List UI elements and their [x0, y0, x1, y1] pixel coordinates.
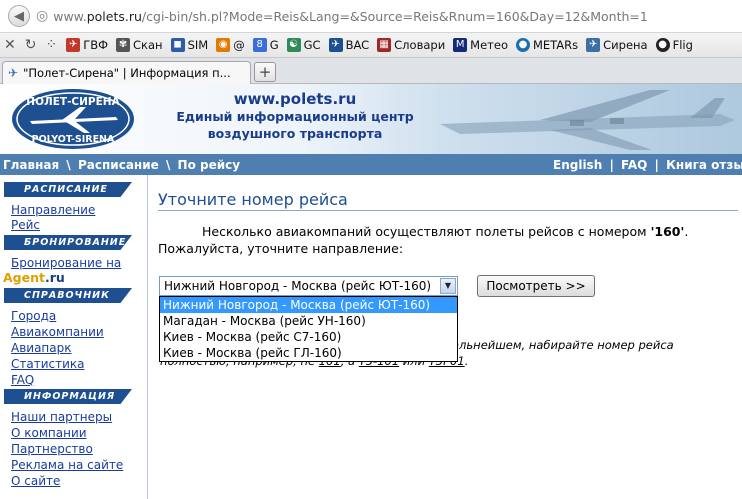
tab-title: "Полет-Сирена" | Информация п... [23, 66, 231, 80]
sidebar-link-direction[interactable]: Направление [11, 203, 95, 218]
bookmark-sirena[interactable]: ✈ Сирена [586, 38, 648, 52]
breadcrumb-home[interactable]: Главная [3, 158, 59, 172]
dropdown-option[interactable]: Нижний Новгород - Москва (рейс ЮТ-160) [160, 297, 457, 313]
select-value: Нижний Новгород - Москва (рейс ЮТ-160) [164, 279, 432, 293]
sim-icon: ◼ [170, 38, 185, 52]
page-title: Уточните номер рейса [158, 190, 348, 209]
url-scheme: www. [53, 8, 87, 24]
hint-line-1: альнейшем, набирайте номер рейса [452, 338, 674, 352]
meteo-icon: M [453, 38, 468, 52]
sidebar-link-about-site[interactable]: О сайте [11, 474, 60, 489]
plane-icon: ✈ [8, 66, 19, 80]
logo-text-ru: ПОЛЕТ-СИРЕНА [26, 96, 120, 108]
section-head-info: ИНФОРМАЦИЯ [4, 389, 132, 404]
header-text: www.polets.ru Единый информационный цент… [165, 90, 425, 142]
dropdown-option[interactable]: Киев - Москва (рейс С7-160) [160, 329, 457, 345]
plane-icon: ✈ [328, 38, 343, 52]
header-line-2: воздушного транспорта [207, 126, 383, 141]
mail-icon: ◉ [216, 38, 231, 52]
agent-ru-logo[interactable]: Agent.ru [3, 271, 65, 285]
dropdown-option[interactable]: Киев - Москва (рейс ГЛ-160) [160, 345, 457, 361]
sidebar-link-about[interactable]: О компании [11, 426, 87, 441]
bookmark-meteo[interactable]: M Метео [453, 38, 508, 52]
plane-icon: ✈ [586, 38, 601, 52]
url-path: /cgi-bin/sh.pl?Mode=Reis&Lang=&Source=Re… [141, 8, 648, 24]
google-icon: 8 [252, 38, 267, 52]
top-links: English | FAQ | Книга отзывов [553, 158, 742, 172]
tab-polet-sirena[interactable]: ✈ "Полет-Сирена" | Информация п... [2, 61, 251, 84]
close-icon[interactable]: ✕ [4, 37, 16, 53]
polyot-sirena-logo[interactable]: ПОЛЕТ-СИРЕНА POLYOT-SIRENA [10, 87, 136, 151]
airplane-illustration [440, 90, 735, 150]
breadcrumb-bar: Главная \ Расписание \ По рейсу English … [0, 154, 742, 175]
scan-icon: ✾ [116, 38, 131, 52]
globe-icon: ◎ [36, 8, 49, 24]
section-head-booking: БРОНИРОВАНИЕ [4, 235, 132, 250]
globe-icon: ● [655, 38, 670, 52]
sidebar-link-stats[interactable]: Статистика [11, 357, 85, 372]
sidebar-link-flight[interactable]: Рейс [11, 218, 40, 233]
link-faq[interactable]: FAQ [621, 158, 647, 172]
breadcrumb-schedule[interactable]: Расписание [78, 158, 159, 172]
bookmark-metars[interactable]: ● METARs [515, 38, 578, 52]
flight-number: '160' [650, 224, 685, 239]
message-line-2: Пожалуйста, уточните направление: [158, 241, 404, 256]
gvf-icon: ✈ [66, 38, 81, 52]
sidebar-link-partners[interactable]: Наши партнеры [11, 410, 112, 425]
bookmarks-bar: ✕ ↻ ⁘ ✈ ГВФ ✾ Скан ◼ SIM ◉ @ 8G ☯ GC ✈ BAC ▦ Сл… [0, 33, 742, 58]
sidebar-link-faq[interactable]: FAQ [11, 373, 34, 388]
bookmark-scan[interactable]: ✾ Скан [116, 38, 163, 52]
header-line-1: Единый информационный центр [176, 109, 414, 124]
url-host: polets.ru [86, 8, 142, 24]
sidebar-link-ads[interactable]: Реклама на сайте [11, 458, 123, 473]
chevron-down-icon[interactable]: ▼ [440, 278, 456, 294]
sidebar-link-partnership[interactable]: Партнерство [11, 442, 93, 457]
gc-icon: ☯ [286, 38, 301, 52]
title-divider [158, 210, 738, 211]
sidebar-link-fleet[interactable]: Авиапарк [11, 341, 72, 356]
section-head-schedule: РАСПИСАНИЕ [4, 182, 132, 197]
message-line-1: Несколько авиакомпаний осуществляют поле… [202, 224, 689, 239]
new-tab-button[interactable]: + [254, 62, 276, 82]
loading-icon: ⁘ [45, 37, 58, 53]
link-english[interactable]: English [553, 158, 602, 172]
bookmark-dict[interactable]: ▦ Словари [377, 38, 445, 52]
noaa-icon: ● [515, 38, 530, 52]
reload-icon[interactable]: ↻ [25, 37, 37, 53]
bookmark-flig[interactable]: ● Flig [655, 38, 693, 52]
url-text[interactable]: www.polets.ru/cgi-bin/sh.pl?Mode=Reis&La… [53, 9, 648, 24]
site-header: ПОЛЕТ-СИРЕНА POLYOT-SIRENA www.polets.ru… [0, 84, 742, 154]
view-button[interactable]: Посмотреть >> [477, 275, 595, 297]
logo-text-en: POLYOT-SIRENA [32, 134, 115, 145]
book-icon: ▦ [377, 38, 392, 52]
sidebar-divider [147, 175, 148, 499]
tab-bar: ✈ "Полет-Сирена" | Информация п... + [0, 58, 742, 84]
direction-dropdown-list: Нижний Новгород - Москва (рейс ЮТ-160) М… [159, 296, 458, 362]
breadcrumb: Главная \ Расписание \ По рейсу [3, 157, 241, 172]
bookmark-google[interactable]: 8G [252, 38, 279, 52]
bookmark-bac[interactable]: ✈ BAC [328, 38, 369, 52]
site-url: www.polets.ru [233, 90, 357, 108]
bookmark-gc[interactable]: ☯ GC [286, 38, 321, 52]
back-arrow-icon[interactable]: ◀ [8, 5, 30, 27]
sidebar-link-booking[interactable]: Бронирование на [11, 256, 121, 271]
sidebar-link-cities[interactable]: Города [11, 309, 56, 324]
bookmark-at[interactable]: ◉ @ [216, 38, 245, 52]
bookmark-sim[interactable]: ◼ SIM [170, 38, 208, 52]
bookmark-gvf[interactable]: ✈ ГВФ [66, 38, 108, 52]
sidebar-link-airlines[interactable]: Авиакомпании [11, 325, 104, 340]
link-guestbook[interactable]: Книга отзывов [666, 158, 742, 172]
dropdown-option[interactable]: Магадан - Москва (рейс УН-160) [160, 313, 457, 329]
direction-select[interactable]: Нижний Новгород - Москва (рейс ЮТ-160) ▼ [159, 276, 458, 296]
address-bar[interactable]: ◀ ◎ www.polets.ru/cgi-bin/sh.pl?Mode=Rei… [0, 0, 742, 33]
breadcrumb-by-flight: По рейсу [177, 157, 241, 172]
section-head-reference: СПРАВОЧНИК [4, 288, 132, 303]
